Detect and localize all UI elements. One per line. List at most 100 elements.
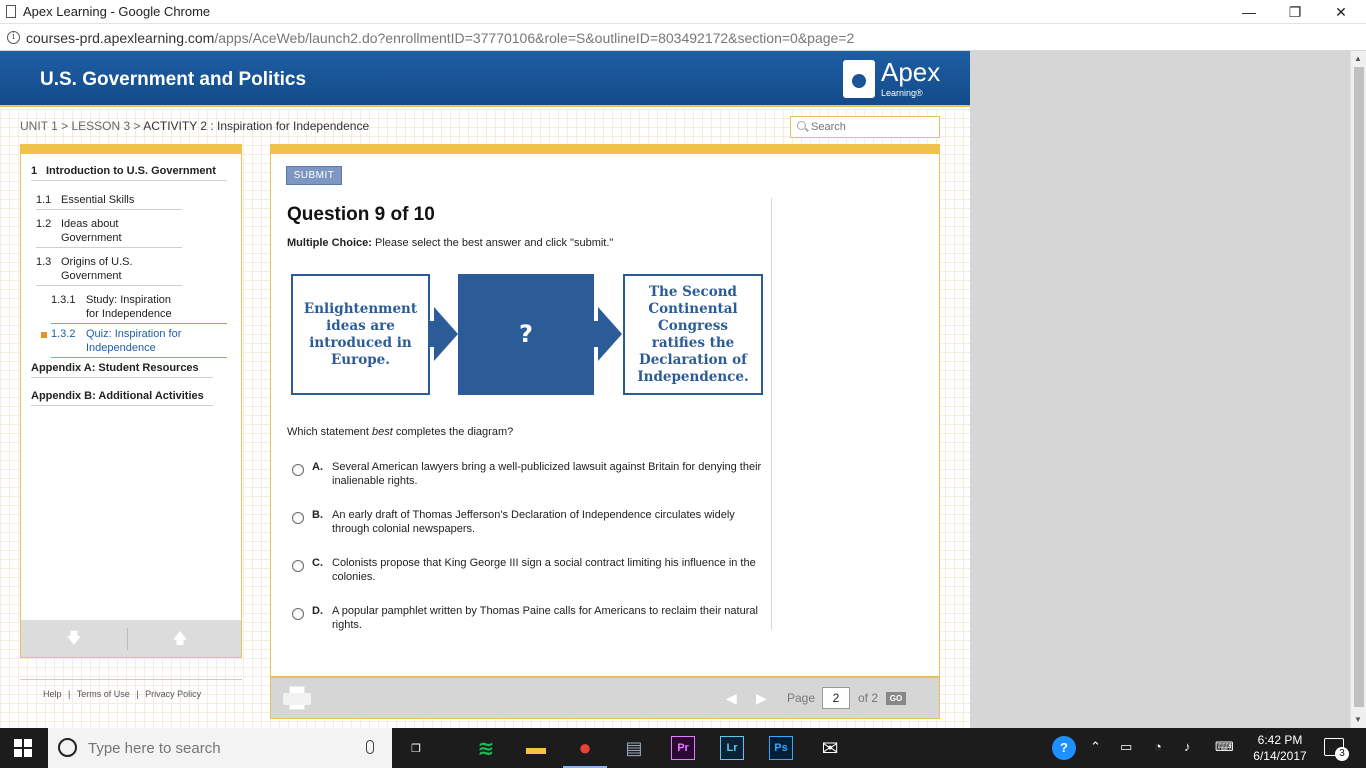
breadcrumb-lesson[interactable]: LESSON 3 xyxy=(71,119,130,133)
flow-diagram: Enlightenment ideas are introduced in Eu… xyxy=(291,274,764,396)
keyboard-icon[interactable]: ⌨ xyxy=(1215,739,1234,755)
window-title-bar: Apex Learning - Google Chrome — ❐ ✕ xyxy=(0,0,1366,24)
privacy-link[interactable]: Privacy Policy xyxy=(145,689,201,699)
minimize-button[interactable]: — xyxy=(1226,0,1272,24)
page-viewport: ▲ ▼ U.S. Government and Politics Apex Le… xyxy=(0,51,1366,728)
scrollbar-thumb[interactable] xyxy=(1354,67,1364,707)
mail-icon[interactable]: ✉ xyxy=(818,736,842,760)
battery-icon[interactable]: ▭ xyxy=(1120,739,1132,755)
premiere-icon[interactable]: Pr xyxy=(671,736,695,760)
answer-choice-c[interactable]: C. Colonists propose that King George II… xyxy=(287,556,767,586)
system-clock[interactable]: 6:42 PM 6/14/2017 xyxy=(1245,732,1315,764)
nav-appendix-b[interactable]: Appendix B: Additional Activities xyxy=(31,389,204,403)
nav-divider xyxy=(31,405,213,406)
search-input[interactable] xyxy=(811,119,935,135)
url-text[interactable]: courses-prd.apexlearning.com/apps/AceWeb… xyxy=(26,30,854,46)
answer-choice-b[interactable]: B. An early draft of Thomas Jefferson's … xyxy=(287,508,767,538)
lightroom-icon[interactable]: Lr xyxy=(720,736,744,760)
vertical-scrollbar[interactable]: ▲ ▼ xyxy=(1350,51,1366,728)
nav-num: 1.3.1 xyxy=(51,294,76,306)
wifi-icon[interactable]: ◔ xyxy=(1154,739,1162,754)
task-view-icon[interactable]: ❐ xyxy=(404,736,428,760)
radio-button[interactable] xyxy=(292,512,304,524)
choice-text: An early draft of Thomas Jefferson's Dec… xyxy=(332,509,735,535)
page-number-input[interactable] xyxy=(822,687,850,709)
stem-pre: Which statement xyxy=(287,426,372,438)
logo-sub: Learning® xyxy=(881,88,923,98)
notification-count: 3 xyxy=(1335,747,1349,761)
nav-appendix-a[interactable]: Appendix A: Student Resources xyxy=(31,361,199,375)
submit-button[interactable]: SUBMIT xyxy=(286,166,342,185)
volume-icon[interactable]: ♪ xyxy=(1184,739,1191,754)
choice-letter: D. xyxy=(312,605,323,617)
chrome-icon[interactable]: ● xyxy=(573,735,597,760)
nav-label: Introduction to U.S. Government xyxy=(46,165,216,177)
question-stem: Which statement best completes the diagr… xyxy=(287,426,513,438)
page-total: of 2 xyxy=(858,691,879,705)
terms-link[interactable]: Terms of Use xyxy=(77,689,130,699)
clock-time: 6:42 PM xyxy=(1257,733,1303,747)
answer-choice-a[interactable]: A. Several American lawyers bring a well… xyxy=(287,460,767,490)
nav-divider xyxy=(51,357,227,358)
show-hidden-icons-icon[interactable]: ⌃ xyxy=(1090,739,1101,755)
nav-down-icon[interactable]: 🡇 xyxy=(59,628,89,650)
photoshop-icon[interactable]: Ps xyxy=(769,736,793,760)
print-icon[interactable] xyxy=(283,686,311,710)
close-window-button[interactable]: ✕ xyxy=(1318,0,1364,24)
course-outline-nav: 1 Introduction to U.S. Government 1.1 Es… xyxy=(20,144,242,658)
next-page-icon[interactable]: ▶ xyxy=(756,690,767,707)
nav-num: 1.1 xyxy=(36,194,52,206)
taskbar: ❐ ≋ ▬ ● ▤ Pr Lr Ps ✉ ? ⌃ ▭ ◔ ♪ ⌨ 6:42 PM… xyxy=(0,728,1366,768)
cortana-icon xyxy=(58,738,77,757)
footer-divider xyxy=(20,679,242,680)
restore-button[interactable]: ❐ xyxy=(1272,0,1318,24)
content-divider xyxy=(771,198,772,630)
course-header: U.S. Government and Politics Apex Learni… xyxy=(0,51,970,107)
apex-logo-icon xyxy=(843,60,875,98)
breadcrumb-unit[interactable]: UNIT 1 xyxy=(20,119,58,133)
nav-divider xyxy=(51,323,227,324)
radio-button[interactable] xyxy=(292,608,304,620)
search-box[interactable] xyxy=(790,116,940,138)
help-link[interactable]: Help xyxy=(43,689,62,699)
go-button[interactable]: GO xyxy=(886,692,906,705)
diagram-box-missing: ? xyxy=(458,274,594,395)
nav-label: Study: Inspiration for Independence xyxy=(86,294,172,320)
radio-button[interactable] xyxy=(292,560,304,572)
nav-divider xyxy=(36,209,182,210)
page-label: Page xyxy=(787,691,816,705)
apex-logo: Apex Learning® xyxy=(843,57,943,101)
breadcrumb: UNIT 1 > LESSON 3 > ACTIVITY 2 : Inspira… xyxy=(20,119,369,133)
stem-post: completes the diagram? xyxy=(392,426,514,438)
address-bar[interactable]: i courses-prd.apexlearning.com/apps/AceW… xyxy=(0,25,1366,51)
taskbar-search-input[interactable] xyxy=(88,737,348,759)
question-footer: ◀ ▶ Page of 2 GO xyxy=(270,676,940,719)
spotify-icon[interactable]: ≋ xyxy=(474,736,498,760)
nav-label: Ideas about Government xyxy=(61,218,122,244)
nav-num: 1.3 xyxy=(36,256,52,268)
file-explorer-icon[interactable]: ▬ xyxy=(524,736,548,760)
footer-sep: | xyxy=(136,689,139,699)
scroll-down-icon[interactable]: ▼ xyxy=(1354,715,1362,724)
microphone-icon[interactable] xyxy=(366,740,374,754)
taskbar-search[interactable] xyxy=(48,728,392,768)
choice-text: Colonists propose that King George III s… xyxy=(332,557,756,583)
radio-button[interactable] xyxy=(292,464,304,476)
scroll-up-icon[interactable]: ▲ xyxy=(1354,54,1362,63)
answer-choice-d[interactable]: D. A popular pamphlet written by Thomas … xyxy=(287,604,767,634)
choice-text: Several American lawyers bring a well-pu… xyxy=(332,461,762,487)
diagram-arrow-icon xyxy=(598,307,622,361)
diagram-box-effect: The Second Continental Congress ratifies… xyxy=(623,274,763,395)
instruction-text: Please select the best answer and click … xyxy=(371,237,614,249)
action-center-icon[interactable]: 3 xyxy=(1324,738,1349,761)
info-icon[interactable]: i xyxy=(7,31,20,44)
help-question-icon[interactable]: ? xyxy=(1052,736,1076,760)
window-title: Apex Learning - Google Chrome xyxy=(23,4,211,19)
breadcrumb-activity: ACTIVITY 2 : Inspiration for Independenc… xyxy=(143,119,370,133)
choice-letter: C. xyxy=(312,557,323,569)
document-icon xyxy=(6,5,16,18)
nav-up-icon[interactable]: 🡅 xyxy=(165,628,195,650)
prev-page-icon[interactable]: ◀ xyxy=(726,690,737,707)
windows-start-icon[interactable] xyxy=(14,739,32,757)
control-panel-icon[interactable]: ▤ xyxy=(622,736,646,760)
